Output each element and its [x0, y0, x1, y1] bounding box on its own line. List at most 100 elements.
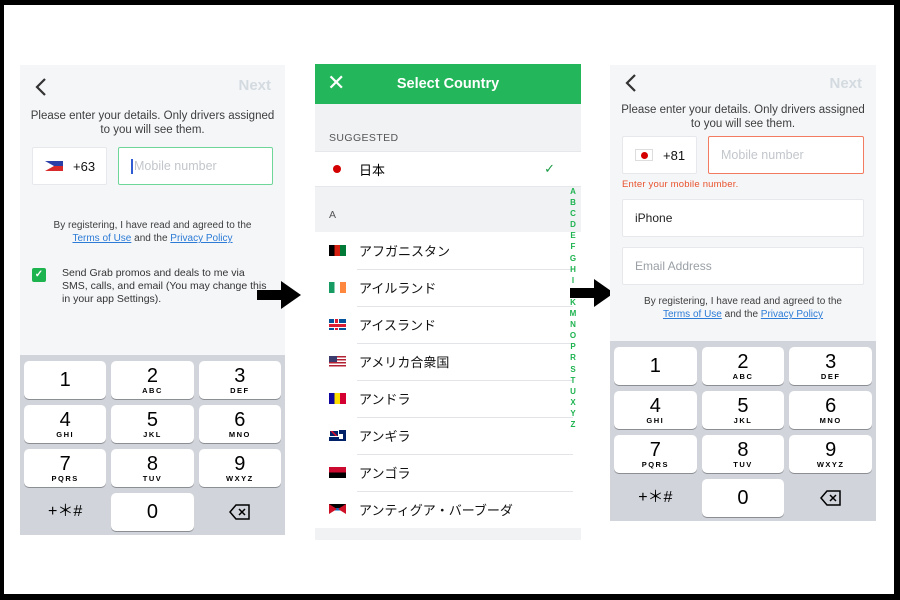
next-button[interactable]: Next: [829, 75, 862, 92]
country-name: アンゴラ: [359, 466, 411, 481]
back-arrow-icon[interactable]: [622, 69, 642, 97]
country-code-picker[interactable]: +81: [622, 136, 697, 174]
country-name: 日本: [359, 162, 386, 178]
key-symbols-label: +＊#: [48, 503, 83, 520]
key-digit: 7: [649, 438, 661, 461]
next-button[interactable]: Next: [238, 77, 271, 94]
close-icon[interactable]: ✕: [327, 72, 345, 94]
key-6[interactable]: 6 MNO: [789, 391, 872, 429]
privacy-policy-link[interactable]: Privacy Policy: [761, 309, 823, 320]
index-letter[interactable]: B: [567, 197, 579, 208]
key-delete[interactable]: [789, 479, 872, 517]
key-digit: 1: [649, 355, 661, 377]
antigua-barbuda-flag-icon: [329, 504, 346, 515]
ireland-flag-icon: [329, 282, 346, 293]
index-letter[interactable]: Y: [567, 408, 579, 419]
index-letter[interactable]: X: [567, 397, 579, 408]
key-1[interactable]: 1: [24, 361, 107, 399]
country-row[interactable]: アンティグア・バーブーダ: [315, 491, 581, 528]
key-0[interactable]: 0: [701, 479, 785, 517]
key-0[interactable]: 0: [111, 493, 194, 531]
promo-checkbox[interactable]: ✓: [32, 268, 46, 282]
key-2[interactable]: 2 ABC: [111, 361, 194, 399]
key-9[interactable]: 9 WXYZ: [198, 449, 281, 487]
index-letter[interactable]: R: [567, 352, 579, 363]
index-letter[interactable]: N: [567, 319, 579, 330]
key-8[interactable]: 8 TUV: [111, 449, 194, 487]
country-row[interactable]: アンドラ: [315, 380, 581, 417]
key-9[interactable]: 9 WXYZ: [789, 435, 872, 473]
country-row[interactable]: アメリカ合衆国: [315, 343, 581, 380]
index-letter[interactable]: T: [567, 375, 579, 386]
key-letters: MNO: [228, 429, 251, 439]
country-code-picker[interactable]: +63: [32, 147, 107, 185]
alphabet-index-scrubber[interactable]: ABCDEFGHIJKMNOPRSTUXYZ: [567, 186, 579, 430]
key-3[interactable]: 3 DEF: [789, 347, 872, 385]
name-input[interactable]: iPhone: [622, 199, 864, 237]
index-letter[interactable]: E: [567, 230, 579, 241]
email-input[interactable]: Email Address: [622, 247, 864, 285]
index-letter[interactable]: D: [567, 219, 579, 230]
key-delete[interactable]: [199, 493, 281, 531]
mobile-placeholder: Mobile number: [134, 159, 217, 173]
iceland-flag-icon: [329, 319, 346, 330]
key-3[interactable]: 3 DEF: [198, 361, 281, 399]
phone-row: +63 Mobile number: [32, 147, 273, 187]
intro-text: Please enter your details. Only drivers …: [30, 110, 275, 136]
key-8[interactable]: 8 TUV: [701, 435, 785, 473]
mobile-number-input[interactable]: Mobile number: [708, 136, 864, 174]
key-4[interactable]: 4 GHI: [614, 391, 697, 429]
key-7[interactable]: 7 PQRS: [24, 449, 107, 487]
phone-row: +81 Mobile number: [622, 136, 864, 176]
key-5[interactable]: 5 JKL: [111, 405, 194, 443]
country-row[interactable]: アフガニスタン: [315, 232, 581, 269]
index-letter[interactable]: A: [567, 186, 579, 197]
key-letters: GHI: [646, 415, 665, 425]
suggested-country-japan[interactable]: 日本 ✓: [315, 151, 581, 187]
index-letter[interactable]: P: [567, 341, 579, 352]
index-letter[interactable]: O: [567, 330, 579, 341]
suggested-section-header: SUGGESTED: [329, 132, 399, 144]
key-digit: 4: [649, 394, 661, 417]
back-arrow-icon[interactable]: [32, 73, 52, 101]
index-letter[interactable]: C: [567, 208, 579, 219]
key-6[interactable]: 6 MNO: [198, 405, 281, 443]
index-letter[interactable]: S: [567, 364, 579, 375]
key-digit: 8: [737, 438, 749, 461]
key-symbols-label: +＊#: [638, 489, 673, 506]
key-symbols[interactable]: +＊#: [614, 479, 697, 517]
terms-of-use-link[interactable]: Terms of Use: [72, 233, 131, 244]
terms-prefix: By registering, I have read and agreed t…: [644, 296, 842, 307]
country-name: アメリカ合衆国: [359, 355, 450, 370]
key-7[interactable]: 7 PQRS: [614, 435, 697, 473]
terms-of-use-link[interactable]: Terms of Use: [663, 309, 722, 320]
country-row[interactable]: アンギラ: [315, 417, 581, 454]
backspace-icon: [819, 490, 841, 506]
registration-screen-japan: Next Please enter your details. Only dri…: [610, 65, 876, 521]
promo-consent: ✓ Send Grab promos and deals to me via S…: [32, 267, 273, 306]
index-letter[interactable]: G: [567, 253, 579, 264]
country-name: アフガニスタン: [359, 244, 451, 259]
country-row[interactable]: アイスランド: [315, 306, 581, 343]
index-letter[interactable]: M: [567, 308, 579, 319]
terms-prefix: By registering, I have read and agreed t…: [53, 220, 252, 231]
key-letters: PQRS: [641, 459, 669, 469]
key-4[interactable]: 4 GHI: [24, 405, 107, 443]
terms-mid: and the: [724, 309, 759, 320]
privacy-policy-link[interactable]: Privacy Policy: [170, 233, 232, 244]
country-row[interactable]: アンゴラ: [315, 454, 581, 491]
select-country-header: ✕ Select Country: [315, 64, 581, 104]
key-2[interactable]: 2 ABC: [701, 347, 785, 385]
key-digit: 1: [59, 369, 71, 391]
key-symbols[interactable]: +＊#: [24, 493, 106, 531]
key-1[interactable]: 1: [614, 347, 697, 385]
key-digit: 9: [825, 438, 837, 461]
key-digit: 5: [146, 408, 159, 431]
mobile-number-input[interactable]: Mobile number: [118, 147, 273, 185]
index-letter[interactable]: F: [567, 241, 579, 252]
key-5[interactable]: 5 JKL: [701, 391, 785, 429]
country-row[interactable]: アイルランド: [315, 269, 581, 306]
index-letter[interactable]: H: [567, 264, 579, 275]
index-letter[interactable]: Z: [567, 419, 579, 430]
index-letter[interactable]: U: [567, 386, 579, 397]
